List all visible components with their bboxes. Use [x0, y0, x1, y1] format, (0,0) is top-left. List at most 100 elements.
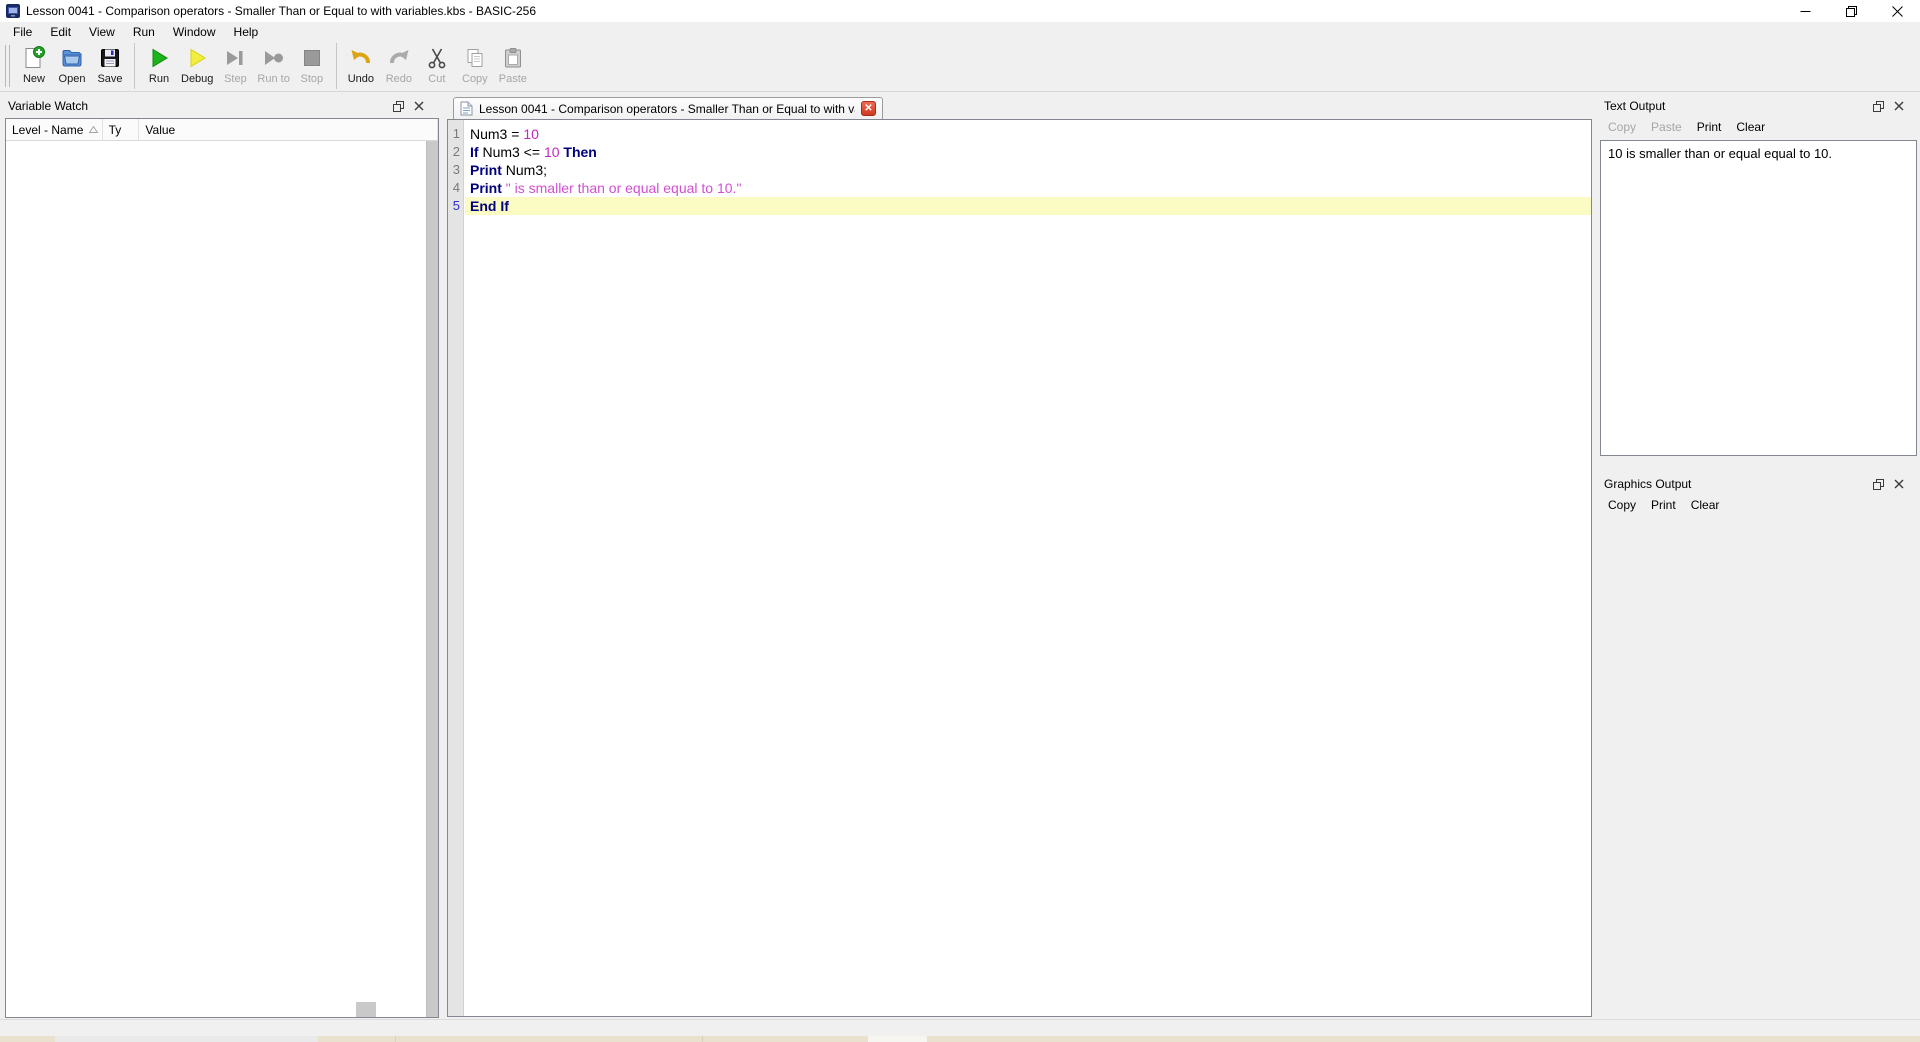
text-output-print-button[interactable]: Print: [1697, 120, 1722, 134]
code-line-3: Print Num3;: [465, 161, 1591, 179]
save-button[interactable]: Save: [91, 41, 129, 85]
line-number: 3: [452, 162, 460, 177]
code-token: If: [470, 144, 479, 160]
open-icon: [60, 46, 84, 70]
text-output-float-button[interactable]: [1872, 100, 1884, 112]
menu-window[interactable]: Window: [164, 23, 225, 41]
code-line-4: Print " is smaller than or equal equal t…: [465, 179, 1591, 197]
toolbar-button-label: Cut: [428, 73, 446, 85]
debug-button[interactable]: Debug: [178, 41, 216, 85]
code-line-2: If Num3 <= 10 Then: [465, 143, 1591, 161]
taskbar-divider: [395, 1036, 396, 1042]
copy-button[interactable]: Copy: [456, 41, 494, 85]
graphics-output-area[interactable]: [1600, 518, 1917, 1017]
vw-scrollbar[interactable]: [426, 141, 438, 1017]
code-token: 10: [543, 144, 560, 160]
taskbar-divider: [702, 1036, 703, 1042]
code-token: End If: [470, 198, 509, 214]
toolbar-button-label: Open: [58, 73, 86, 85]
window-title: Lesson 0041 - Comparison operators - Sma…: [26, 4, 537, 18]
toolbar-button-label: Step: [224, 73, 247, 85]
graphics-output-close-button[interactable]: [1893, 478, 1905, 490]
vw-column-value[interactable]: Value: [139, 119, 438, 140]
undo-icon: [349, 46, 373, 70]
graphics-output-toolbar: Copy Print Clear: [1608, 498, 1719, 512]
vw-scroll-thumb[interactable]: [356, 1002, 376, 1017]
undo-button[interactable]: Undo: [342, 41, 380, 85]
line-number: 5: [452, 198, 460, 213]
cut-button[interactable]: Cut: [418, 41, 456, 85]
taskbar-segment: [868, 1036, 927, 1042]
code-area[interactable]: Num3 = 10 If Num3 <= 10 Then Print Num3; Pr…: [465, 120, 1591, 1016]
stop-button[interactable]: Stop: [293, 41, 331, 85]
vw-column-label: Ty: [108, 122, 122, 137]
line-number: 1: [452, 126, 460, 141]
code-line-5: End If: [465, 197, 1591, 215]
vw-column-label: Value: [145, 122, 176, 137]
panel-splitter[interactable]: [440, 119, 446, 1017]
document-icon: [460, 101, 473, 116]
text-output-content[interactable]: 10 is smaller than or equal equal to 10.: [1600, 140, 1917, 456]
text-output-copy-button[interactable]: Copy: [1608, 120, 1636, 134]
float-icon: [1872, 478, 1884, 490]
variable-watch-close-button[interactable]: [413, 100, 425, 112]
redo-button[interactable]: Redo: [380, 41, 418, 85]
close-icon: [414, 101, 424, 111]
run-button[interactable]: Run: [140, 41, 178, 85]
paste-icon: [501, 46, 525, 70]
menu-view[interactable]: View: [80, 23, 124, 41]
line-number: 4: [452, 180, 460, 195]
toolbar-button-label: Stop: [300, 73, 324, 85]
toolbar-separator: [335, 43, 337, 89]
graphics-output-copy-button[interactable]: Copy: [1608, 498, 1636, 512]
toolbar-drag-handle[interactable]: [5, 45, 10, 87]
graphics-output-clear-button[interactable]: Clear: [1691, 498, 1720, 512]
restore-button[interactable]: [1828, 0, 1874, 22]
close-button[interactable]: [1874, 0, 1920, 22]
toolbar-button-label: Paste: [498, 73, 527, 85]
menu-edit[interactable]: Edit: [41, 23, 80, 41]
graphics-output-print-button[interactable]: Print: [1651, 498, 1676, 512]
code-line-1: Num3 = 10: [465, 125, 1591, 143]
toolbar-button-label: Redo: [385, 73, 412, 85]
menu-run[interactable]: Run: [124, 23, 164, 41]
step-button[interactable]: Step: [216, 41, 254, 85]
close-icon: [1894, 101, 1904, 111]
variable-watch-table: Level - Name Ty Value: [5, 118, 439, 1018]
text-output-clear-button[interactable]: Clear: [1736, 120, 1765, 134]
status-bar: [0, 1019, 1920, 1036]
taskbar-segment: [55, 1036, 318, 1042]
paste-button[interactable]: Paste: [494, 41, 532, 85]
toolbar-button-label: Debug: [181, 73, 214, 85]
text-output-toolbar: Copy Paste Print Clear: [1608, 120, 1765, 134]
vw-column-ty[interactable]: Ty: [103, 119, 140, 140]
cut-icon: [425, 46, 449, 70]
tab-close-button[interactable]: ✕: [861, 101, 876, 116]
new-icon: [22, 46, 46, 70]
toolbar-button-label: Copy: [462, 73, 488, 85]
new-button[interactable]: New: [15, 41, 53, 85]
text-output-title: Text Output: [1604, 99, 1666, 113]
copy-icon: [463, 46, 487, 70]
minimize-button[interactable]: [1782, 0, 1828, 22]
code-editor[interactable]: 1 2 3 4 5 Num3 = 10 If Num3 <= 10 Then Print N…: [447, 119, 1592, 1017]
graphics-output-float-button[interactable]: [1872, 478, 1884, 490]
restore-icon: [1845, 5, 1857, 17]
text-output-paste-button[interactable]: Paste: [1651, 120, 1682, 134]
menu-help[interactable]: Help: [225, 23, 268, 41]
open-button[interactable]: Open: [53, 41, 91, 85]
text-output-close-button[interactable]: [1893, 100, 1905, 112]
variable-watch-float-button[interactable]: [392, 100, 404, 112]
toolbar: New Open Save Run Debug Step Run to Stop Undo Red…: [0, 41, 1920, 92]
run-to-button[interactable]: Run to: [254, 41, 292, 85]
line-number: 2: [452, 144, 460, 159]
step-icon: [223, 46, 247, 70]
editor-tab[interactable]: Lesson 0041 - Comparison operators - Sma…: [453, 97, 883, 119]
redo-icon: [387, 46, 411, 70]
code-token: Then: [563, 144, 597, 160]
menu-bar: File Edit View Run Window Help: [0, 22, 1920, 41]
close-icon: [1894, 479, 1904, 489]
menu-file[interactable]: File: [4, 23, 41, 41]
toolbar-button-label: Save: [97, 73, 123, 85]
vw-column-level---name[interactable]: Level - Name: [6, 119, 103, 140]
